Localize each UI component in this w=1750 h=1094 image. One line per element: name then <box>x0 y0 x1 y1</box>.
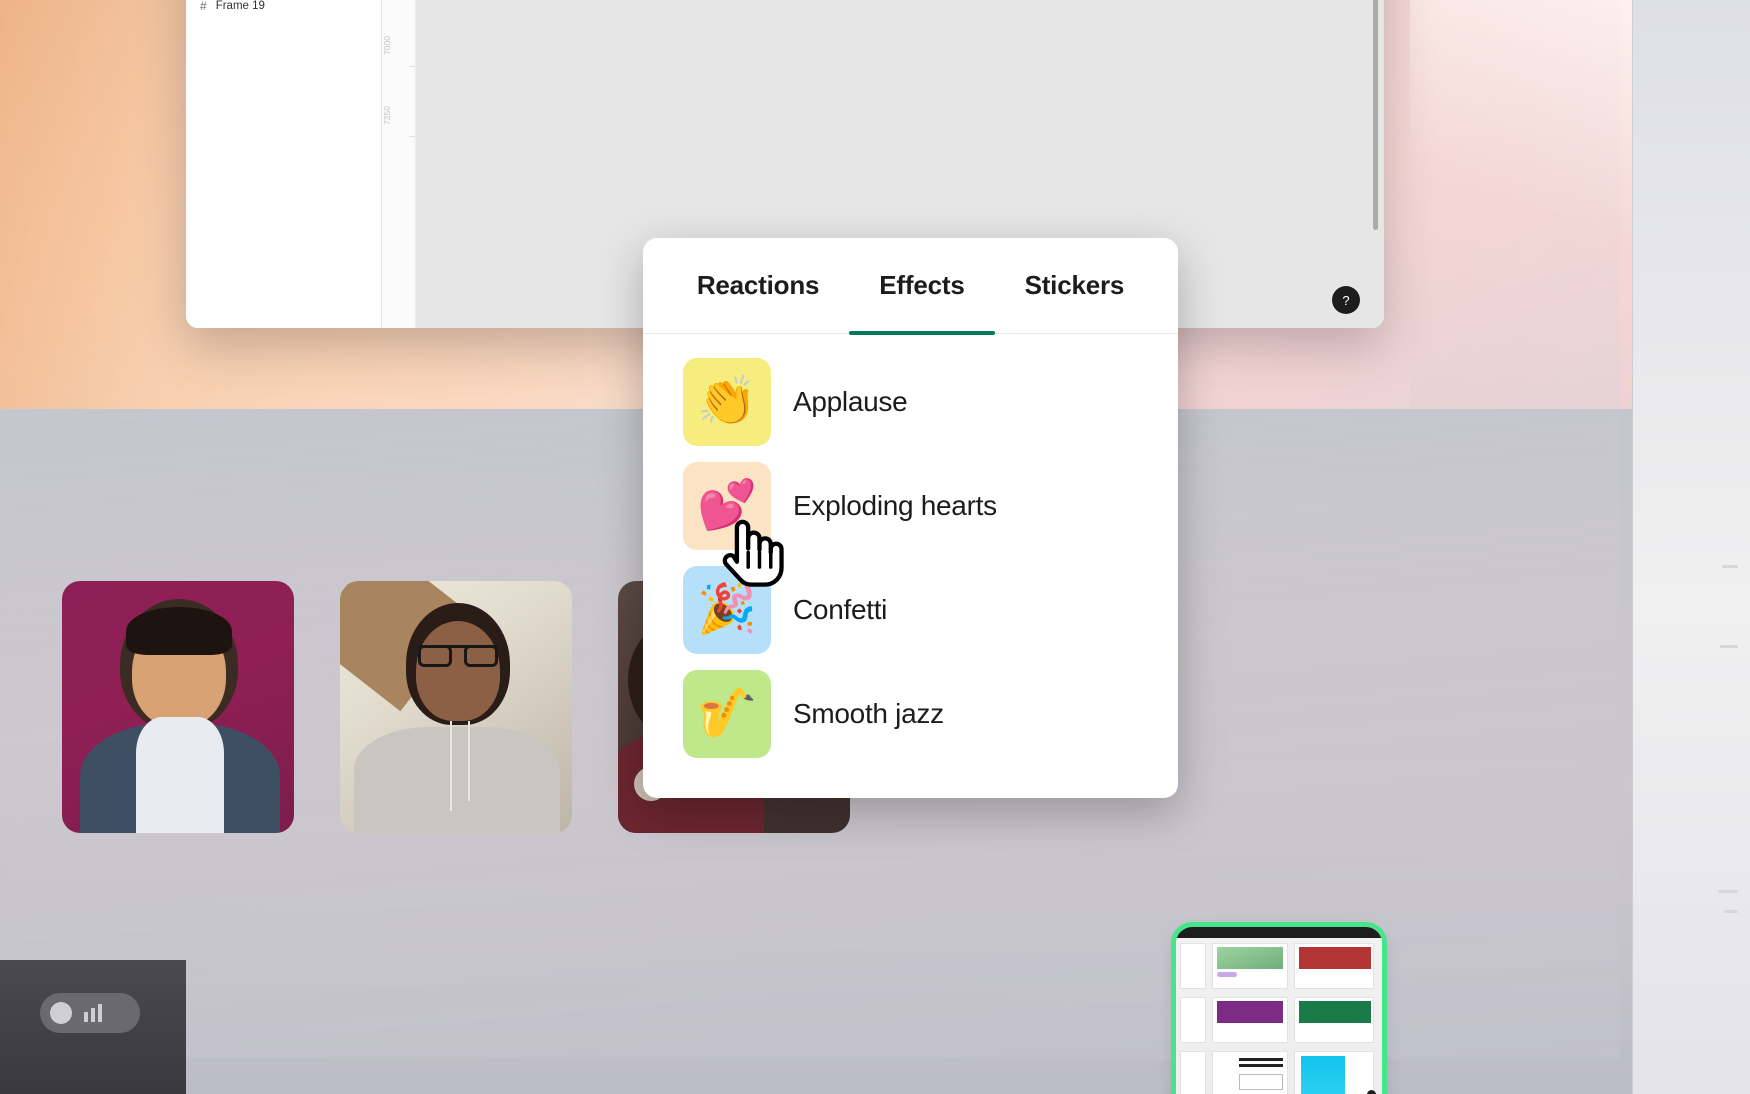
taskbar-pill[interactable] <box>40 993 140 1033</box>
reactions-effects-popover[interactable]: Reactions Effects Stickers 👏 Applause 💕 Explo… <box>643 238 1178 798</box>
effects-list[interactable]: 👏 Applause 💕 Exploding hearts 🎉 Confetti 🎷 Smoo… <box>643 334 1178 766</box>
avatar <box>126 607 232 655</box>
saxophone-icon: 🎷 <box>683 670 771 758</box>
preview-card <box>1180 1051 1206 1094</box>
preview-card <box>1294 1051 1374 1094</box>
strip-line <box>1720 645 1738 648</box>
participant-tile[interactable] <box>62 581 294 833</box>
screen-share-preview <box>1176 927 1382 1094</box>
help-button[interactable]: ? <box>1332 286 1360 314</box>
two-hearts-icon: 💕 <box>683 462 771 550</box>
tab-reactions[interactable]: Reactions <box>667 238 849 334</box>
effect-label: Applause <box>793 386 908 417</box>
preview-swatch <box>1299 947 1371 969</box>
preview-box <box>1239 1074 1283 1090</box>
layer-list[interactable]: #Frame 32#Frame 31#Frame 30#Frame 29#Fra… <box>186 0 381 17</box>
preview-card <box>1294 997 1374 1043</box>
preview-swatch <box>1301 1056 1345 1094</box>
preview-card <box>1180 997 1206 1043</box>
preview-card <box>1212 997 1288 1043</box>
ruler-mark <box>409 136 415 137</box>
preview-line <box>1239 1058 1283 1061</box>
background-window-strip <box>1632 0 1750 1094</box>
preview-card <box>1294 943 1374 989</box>
effect-row[interactable]: 🎉 Confetti <box>643 558 1178 662</box>
effect-label: Confetti <box>793 594 888 625</box>
layer-label: Frame 19 <box>215 0 265 12</box>
strip-line <box>1724 910 1738 913</box>
preview-swatch <box>1217 947 1283 969</box>
glasses-icon <box>464 645 498 667</box>
popover-tabs[interactable]: Reactions Effects Stickers <box>643 238 1178 335</box>
avatar <box>136 717 224 833</box>
preview-card <box>1212 1051 1288 1094</box>
clapping-hands-icon: 👏 <box>683 358 771 446</box>
figma-layers-panel[interactable]: #Frame 32#Frame 31#Frame 30#Frame 29#Fra… <box>186 0 382 328</box>
preview-chip <box>1217 972 1237 977</box>
effect-row[interactable]: 💕 Exploding hearts <box>643 454 1178 558</box>
help-dot-icon <box>1367 1090 1376 1094</box>
glasses-icon <box>418 645 452 667</box>
effect-label: Smooth jazz <box>793 698 944 729</box>
vertical-ruler: 5750600062506500675070007250 <box>382 0 416 328</box>
avatar <box>416 621 500 721</box>
participant-tile[interactable] <box>340 581 572 833</box>
party-popper-icon: 🎉 <box>683 566 771 654</box>
screen-share-tile[interactable]: Screen share Arcadio Buendia <box>1176 927 1382 1094</box>
strip-line <box>1718 890 1738 893</box>
preview-card <box>1180 943 1206 989</box>
meeting-window: Screen share Arcadio Buendia ReactionsEf… <box>0 238 1620 1094</box>
earphone-cable <box>450 721 452 811</box>
canvas-scrollbar[interactable] <box>1373 0 1378 230</box>
ruler-tick: 7250 <box>382 106 392 125</box>
preview-swatch <box>1299 1001 1371 1023</box>
effect-label: Exploding hearts <box>793 490 997 521</box>
frame-icon: # <box>200 0 207 13</box>
strip-line <box>1722 565 1738 568</box>
preview-line <box>1239 1064 1283 1067</box>
ruler-tick: 7000 <box>382 36 392 55</box>
preview-toolbar <box>1176 927 1382 938</box>
effect-row[interactable]: 👏 Applause <box>643 350 1178 454</box>
layer-row[interactable]: # Frame 19 <box>186 0 381 17</box>
taskbar-dot-icon <box>50 1002 72 1024</box>
taskbar[interactable] <box>0 960 186 1094</box>
effect-row[interactable]: 🎷 Smooth jazz <box>643 662 1178 766</box>
earphone-cable <box>468 721 470 801</box>
preview-card <box>1212 943 1288 989</box>
avatar <box>354 727 560 833</box>
tab-effects[interactable]: Effects <box>849 238 995 335</box>
ruler-mark <box>409 66 415 67</box>
preview-swatch <box>1217 1001 1283 1023</box>
taskbar-bars-icon <box>84 1004 102 1022</box>
tab-stickers[interactable]: Stickers <box>995 238 1155 334</box>
